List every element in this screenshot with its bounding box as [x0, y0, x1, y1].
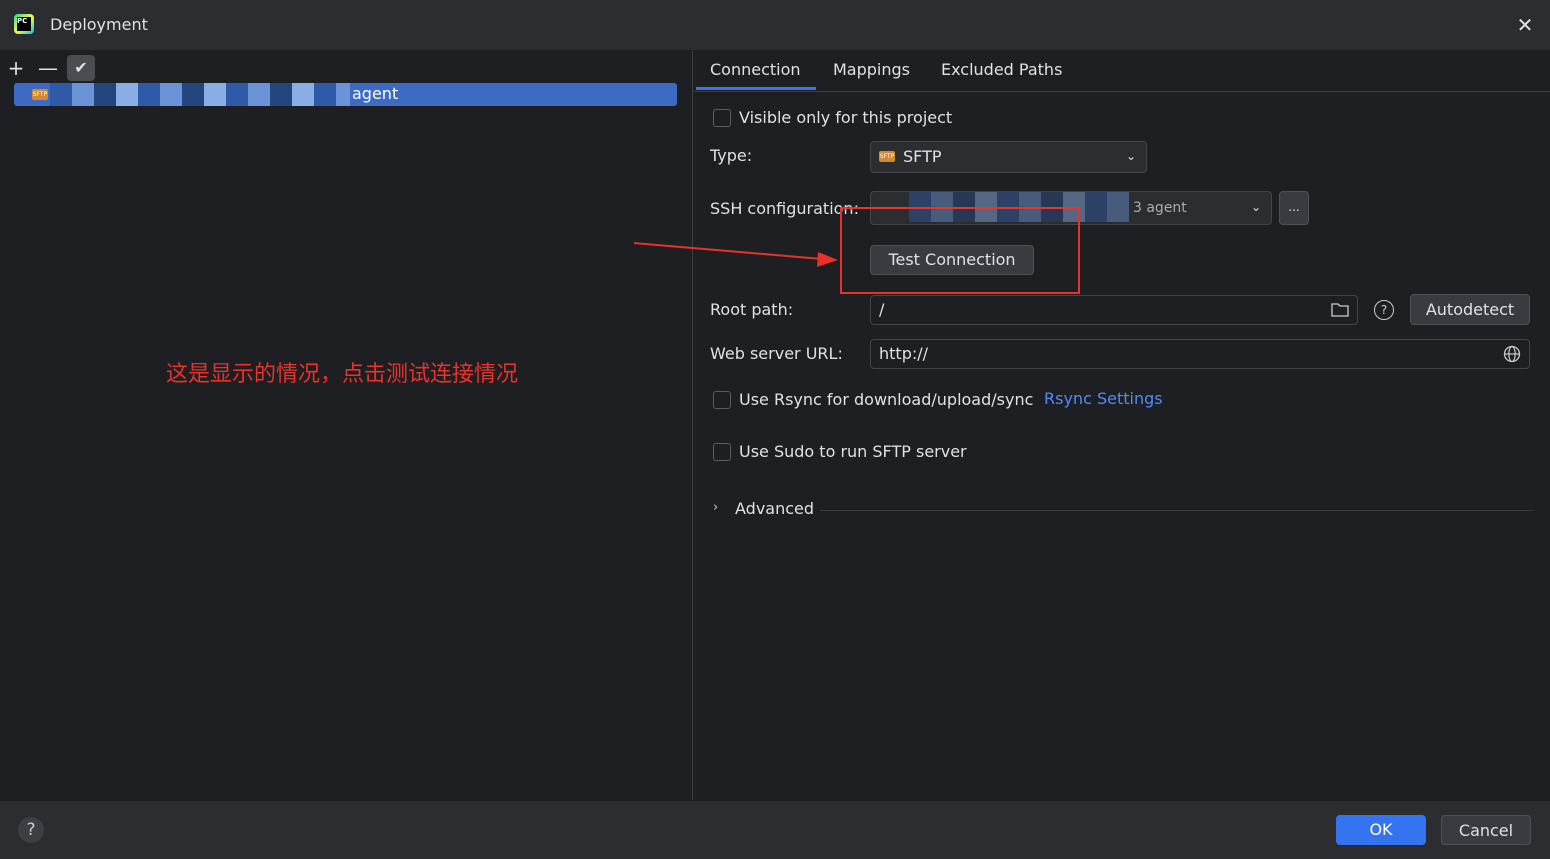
redacted-block — [50, 83, 350, 106]
settings-pane: Connection Mappings Excluded Paths Visib… — [693, 51, 1550, 800]
test-connection-button[interactable]: Test Connection — [870, 245, 1034, 275]
chevron-down-icon: ⌄ — [1125, 149, 1136, 163]
remove-server-button[interactable]: — — [34, 55, 62, 81]
sudo-checkbox[interactable] — [713, 443, 731, 461]
advanced-section-toggle[interactable]: Advanced — [735, 499, 814, 518]
server-list-item[interactable]: SFTP agent — [14, 83, 677, 106]
section-divider — [820, 510, 1533, 511]
rsync-label: Use Rsync for download/upload/sync — [739, 390, 1034, 409]
visible-only-checkbox[interactable] — [713, 109, 731, 127]
web-server-url-label: Web server URL: — [710, 344, 843, 363]
chevron-right-icon[interactable]: › — [713, 500, 718, 515]
autodetect-button[interactable]: Autodetect — [1410, 294, 1530, 325]
window-title: Deployment — [50, 15, 148, 34]
add-server-button[interactable]: + — [2, 55, 30, 81]
root-path-input[interactable]: / — [870, 295, 1358, 325]
root-path-value: / — [879, 300, 885, 319]
web-server-url-input[interactable]: http:// — [870, 339, 1530, 369]
help-icon[interactable]: ? — [18, 817, 44, 843]
globe-icon[interactable] — [1503, 345, 1521, 363]
root-path-help-icon[interactable]: ? — [1374, 300, 1394, 320]
rsync-settings-link[interactable]: Rsync Settings — [1044, 389, 1163, 408]
server-name: agent — [352, 84, 399, 103]
ok-button[interactable]: OK — [1336, 815, 1426, 845]
type-select[interactable]: SFTP SFTP ⌄ — [870, 141, 1147, 173]
set-default-check-button[interactable]: ✔ — [67, 55, 95, 81]
tab-bar: Connection Mappings Excluded Paths — [693, 51, 1550, 92]
type-label: Type: — [710, 146, 753, 165]
sudo-label: Use Sudo to run SFTP server — [739, 442, 967, 461]
chevron-down-icon: ⌄ — [1250, 200, 1261, 214]
tab-selection-indicator — [696, 87, 816, 90]
type-value: SFTP — [903, 147, 942, 166]
root-path-label: Root path: — [710, 300, 794, 319]
tab-connection[interactable]: Connection — [710, 60, 801, 79]
close-icon[interactable]: ✕ — [1512, 12, 1538, 38]
server-list-pane: + — ✔ SFTP agent 这是显示的情况，点击测试连接情况 — [0, 51, 693, 800]
tab-mappings[interactable]: Mappings — [833, 60, 910, 79]
folder-icon[interactable] — [1331, 302, 1349, 317]
dialog-footer: ? OK Cancel — [0, 800, 1550, 859]
sftp-icon: SFTP — [879, 151, 895, 162]
pycharm-logo-icon — [14, 14, 34, 34]
cancel-button[interactable]: Cancel — [1441, 815, 1531, 845]
sftp-icon: SFTP — [32, 89, 48, 100]
visible-only-label: Visible only for this project — [739, 108, 953, 127]
ssh-config-value: 3 agent — [1133, 200, 1187, 216]
ssh-config-label: SSH configuration: — [710, 199, 859, 218]
ssh-config-more-button[interactable]: ... — [1279, 191, 1309, 225]
title-bar: Deployment ✕ — [0, 0, 1550, 51]
tab-excluded-paths[interactable]: Excluded Paths — [941, 60, 1062, 79]
web-server-url-value: http:// — [879, 344, 929, 363]
annotation-note: 这是显示的情况，点击测试连接情况 — [166, 362, 519, 387]
rsync-checkbox[interactable] — [713, 391, 731, 409]
